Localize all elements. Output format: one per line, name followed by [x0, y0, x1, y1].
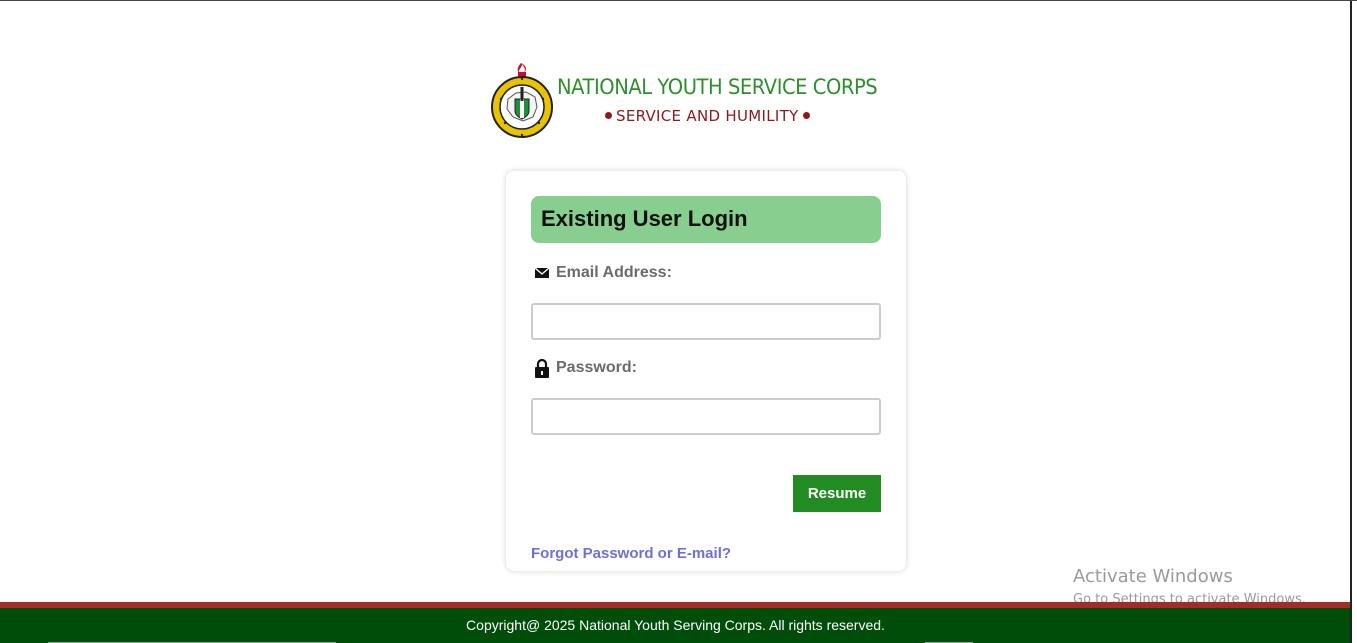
login-title: Existing User Login	[541, 206, 748, 231]
email-label: Email Address:	[531, 262, 672, 284]
login-card-header: Existing User Login	[531, 196, 881, 243]
motto-dot-right	[802, 111, 810, 119]
motto-dot-left	[605, 111, 612, 119]
window-right-border	[1350, 1, 1352, 643]
forgot-password-link[interactable]: Forgot Password or E-mail?	[531, 545, 731, 562]
logo-motto-text: SERVICE AND HUMILITY	[616, 107, 799, 125]
logo-motto: SERVICE AND HUMILITY	[601, 107, 814, 125]
watermark-title: Activate Windows	[1073, 566, 1233, 587]
nysc-emblem-icon	[491, 63, 553, 138]
logo-title: NATIONAL YOUTH SERVICE CORPS	[557, 75, 878, 99]
password-label-text: Password:	[556, 359, 637, 376]
lock-icon	[535, 358, 549, 378]
password-input[interactable]	[531, 398, 881, 435]
footer: Copyright@ 2025 National Youth Serving C…	[0, 608, 1351, 643]
resume-button[interactable]: Resume	[793, 475, 881, 512]
email-label-text: Email Address:	[556, 264, 672, 281]
nysc-logo: NATIONAL YOUTH SERVICE CORPS SERVICE AND…	[491, 59, 878, 139]
email-input[interactable]	[531, 303, 881, 340]
envelope-icon	[534, 267, 550, 278]
login-page: NATIONAL YOUTH SERVICE CORPS SERVICE AND…	[0, 0, 1357, 643]
login-card: Existing User Login Email Address: Passw…	[506, 171, 906, 571]
password-label: Password:	[531, 357, 637, 379]
copyright-text: Copyright@ 2025 National Youth Serving C…	[466, 617, 885, 633]
